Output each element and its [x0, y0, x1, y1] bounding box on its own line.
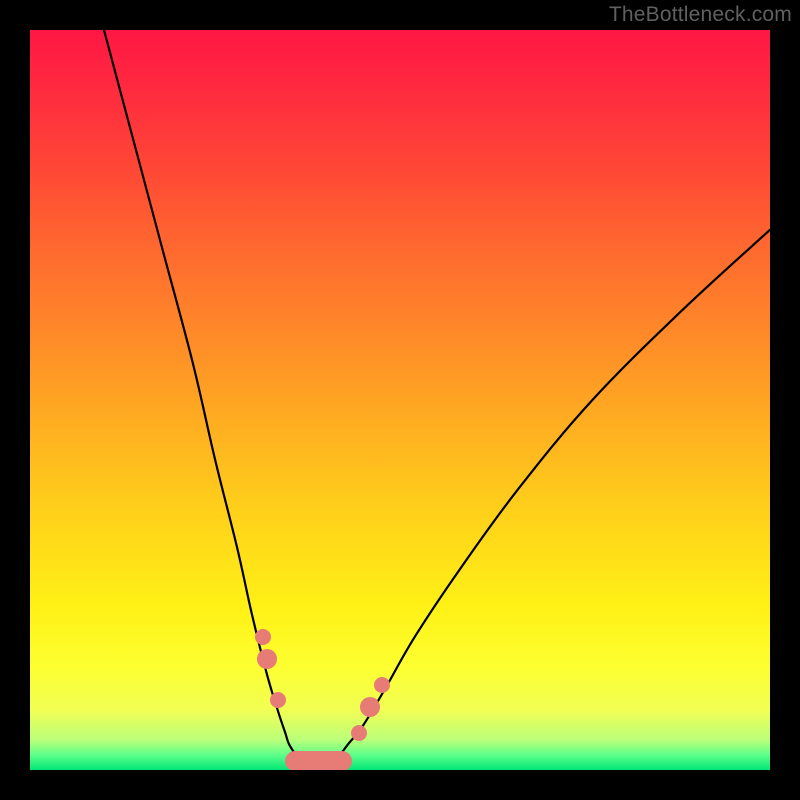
- bead-r3: [374, 677, 390, 693]
- beads-layer: [30, 30, 770, 770]
- watermark-text: TheBottleneck.com: [609, 3, 792, 27]
- bead-l3: [270, 692, 286, 708]
- plot-area: [30, 30, 770, 770]
- chart-frame: TheBottleneck.com: [0, 0, 800, 800]
- bead-r1: [351, 725, 367, 741]
- valley-floor-segment: [285, 751, 352, 770]
- bead-r2: [360, 697, 380, 717]
- bead-l2: [257, 649, 277, 669]
- bead-l1: [255, 629, 271, 645]
